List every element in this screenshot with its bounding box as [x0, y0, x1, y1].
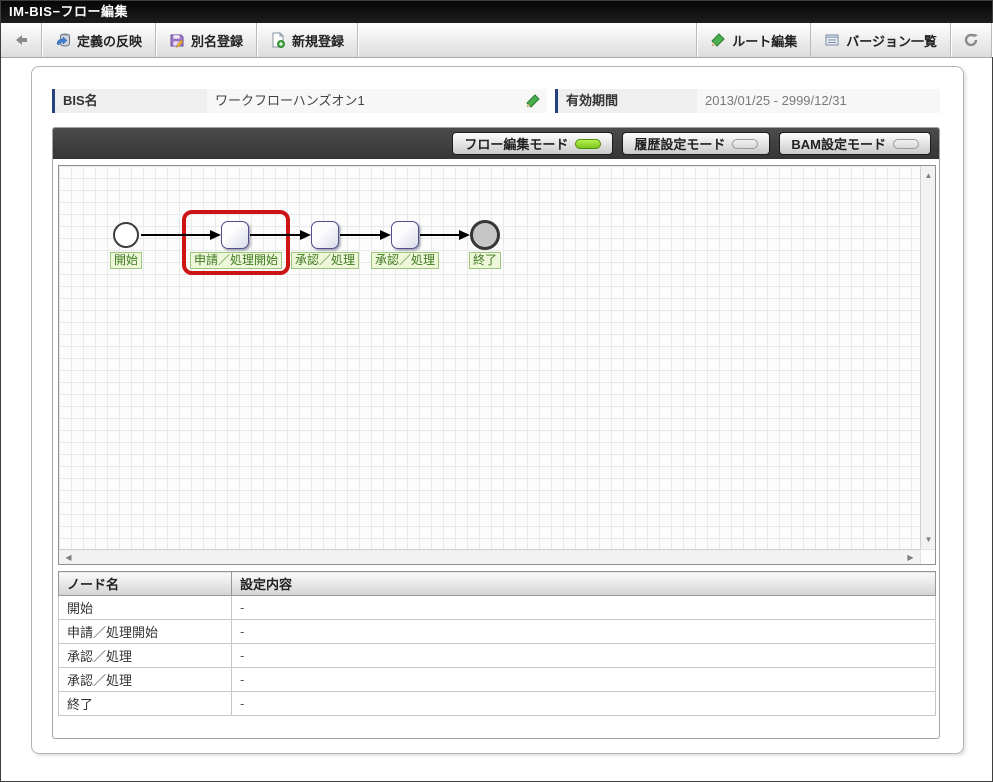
version-list-button[interactable]: バージョン一覧 — [811, 23, 951, 57]
node-settings-table: ノード名 設定内容 開始 - 申請／処理開始 - 承認／処理 - 承認／処理 -… — [58, 571, 936, 716]
task-node-apply-start-label: 申請／処理開始 — [189, 252, 283, 269]
table-row[interactable]: 承認／処理 - — [58, 667, 936, 692]
scroll-right-icon[interactable]: ▶ — [903, 550, 918, 565]
table-row[interactable]: 終了 - — [58, 691, 936, 716]
flow-arrow — [250, 230, 311, 240]
new-register-label: 新規登録 — [292, 33, 345, 49]
floppy-pencil-icon — [169, 32, 185, 48]
version-list-label: バージョン一覧 — [846, 33, 937, 49]
node-setting-cell: - — [231, 619, 936, 644]
flow-arrow — [340, 230, 391, 240]
node-name-cell: 申請／処理開始 — [58, 619, 232, 644]
node-setting-cell: - — [231, 595, 936, 620]
end-node-label: 終了 — [468, 252, 502, 269]
valid-period-value: 2013/01/25 - 2999/12/31 — [697, 89, 940, 113]
list-icon — [824, 32, 840, 48]
node-name-cell: 承認／処理 — [58, 643, 232, 668]
history-setting-mode-indicator-off — [732, 138, 759, 149]
column-header-setting: 設定内容 — [231, 571, 936, 596]
task-node-apply-start[interactable] — [221, 221, 249, 249]
app-window: { "window": { "title": "IM-BIS−フロー編集" },… — [0, 0, 993, 782]
end-node[interactable] — [470, 220, 500, 250]
task-node-approve-1[interactable] — [311, 221, 339, 249]
scrollbar-corner — [920, 549, 935, 564]
bam-setting-mode-indicator-off — [893, 138, 919, 149]
node-setting-cell: - — [231, 667, 936, 692]
route-edit-label: ルート編集 — [732, 33, 798, 49]
flow-arrow — [420, 230, 470, 240]
apply-definition-label: 定義の反映 — [77, 33, 143, 49]
flow-canvas-wrap: 開始 申請／処理開始 承認／処理 承認／処理 終了 ▲ ▼ ◀ ▶ — [58, 165, 936, 565]
pencil-icon — [710, 32, 726, 48]
table-row[interactable]: 申請／処理開始 - — [58, 619, 936, 644]
refresh-button[interactable] — [951, 23, 992, 57]
node-name-cell: 終了 — [58, 691, 232, 716]
scroll-up-icon[interactable]: ▲ — [921, 168, 936, 183]
main-panel: BIS名 ワークフローハンズオン1 有効期間 2013/01/25 - 2999… — [31, 66, 964, 754]
bis-name-label: BIS名 — [52, 89, 207, 113]
table-row[interactable]: 開始 - — [58, 595, 936, 620]
toolbar: 定義の反映 別名登録 新規登録 ルート編集 バージョン一覧 — [1, 23, 992, 58]
refresh-icon — [963, 32, 979, 48]
history-setting-mode-button[interactable]: 履歴設定モード — [622, 132, 771, 155]
start-node[interactable] — [113, 222, 139, 248]
task-node-approve-2-label: 承認／処理 — [370, 252, 440, 269]
alias-register-button[interactable]: 別名登録 — [156, 23, 258, 57]
node-name-cell: 承認／処理 — [58, 667, 232, 692]
valid-period-label: 有効期間 — [555, 89, 697, 113]
vertical-scrollbar[interactable]: ▲ ▼ — [920, 166, 935, 549]
task-node-approve-1-label: 承認／処理 — [290, 252, 360, 269]
window-title: IM-BIS−フロー編集 — [1, 1, 992, 23]
task-node-approve-2[interactable] — [391, 221, 419, 249]
back-icon — [13, 32, 29, 48]
table-row[interactable]: 承認／処理 - — [58, 643, 936, 668]
flow-arrow — [141, 230, 221, 240]
column-header-node-name: ノード名 — [58, 571, 232, 596]
back-button[interactable] — [1, 23, 42, 57]
table-header-row: ノード名 設定内容 — [58, 571, 936, 596]
flow-editor-container: フロー編集モード 履歴設定モード BAM設定モード 開始 申請／処理開始 承認／… — [52, 127, 940, 739]
flow-edit-mode-indicator-on — [575, 138, 602, 149]
mode-bar: フロー編集モード 履歴設定モード BAM設定モード — [53, 128, 939, 159]
bis-name-edit-icon[interactable] — [525, 93, 541, 109]
apply-definition-button[interactable]: 定義の反映 — [42, 23, 157, 57]
bis-name-value: ワークフローハンズオン1 — [207, 89, 547, 113]
scroll-down-icon[interactable]: ▼ — [921, 532, 936, 547]
database-apply-icon — [55, 32, 71, 48]
horizontal-scrollbar[interactable]: ◀ ▶ — [59, 549, 920, 564]
flow-header-form: BIS名 ワークフローハンズオン1 有効期間 2013/01/25 - 2999… — [52, 89, 940, 113]
route-edit-button[interactable]: ルート編集 — [696, 23, 812, 57]
bam-setting-mode-button[interactable]: BAM設定モード — [779, 132, 931, 155]
start-node-label: 開始 — [109, 252, 143, 269]
node-name-cell: 開始 — [58, 595, 232, 620]
new-register-button[interactable]: 新規登録 — [257, 23, 359, 57]
node-setting-cell: - — [231, 643, 936, 668]
node-setting-cell: - — [231, 691, 936, 716]
alias-register-label: 別名登録 — [191, 33, 244, 49]
flow-edit-mode-button[interactable]: フロー編集モード — [452, 132, 614, 155]
flow-canvas[interactable]: 開始 申請／処理開始 承認／処理 承認／処理 終了 — [59, 166, 920, 549]
scroll-left-icon[interactable]: ◀ — [61, 550, 76, 565]
new-document-icon — [270, 32, 286, 48]
